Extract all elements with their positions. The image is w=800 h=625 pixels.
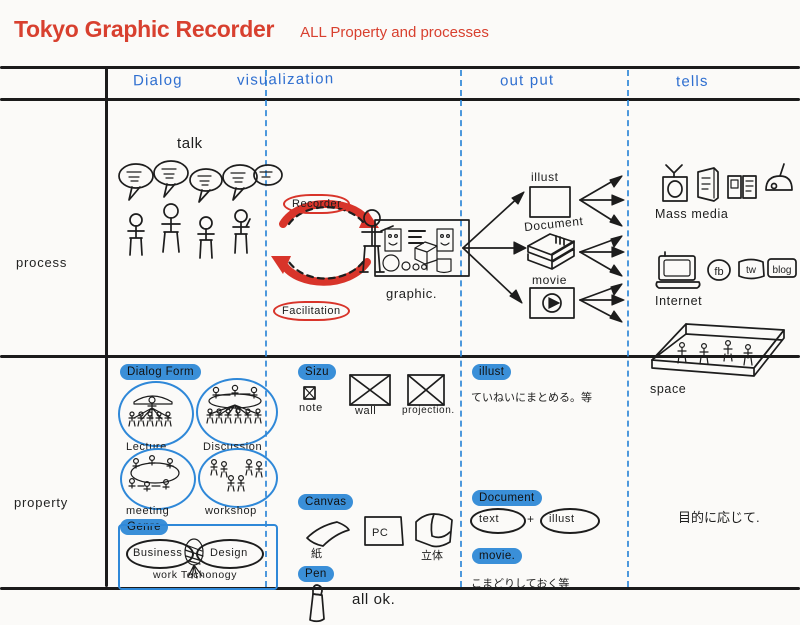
mass-media-label: Mass media xyxy=(655,207,729,221)
genre-overlap-hatch-icon xyxy=(184,538,204,579)
section-canvas-tag: Canvas xyxy=(298,494,354,510)
facilitation-label: Facilitation xyxy=(273,301,350,321)
stacked-papers-icon xyxy=(527,233,575,270)
fb-icon: fb xyxy=(707,259,731,281)
illust-note-label: ていねいにまとめる。等 xyxy=(471,392,592,404)
size-projection-label: projection. xyxy=(402,405,455,416)
canvas-solid-label: 立体 xyxy=(421,550,443,562)
column-header-visualization: visualization xyxy=(236,70,335,89)
tells-note-label: 目的に応じて. xyxy=(678,510,760,525)
lecture-people-icon xyxy=(128,395,173,427)
title-bar: Tokyo Graphic Recorder ALL Property and … xyxy=(14,16,489,43)
row-header-property: property xyxy=(14,495,69,510)
audience-people-icon xyxy=(127,203,251,259)
genre-business-label: Business xyxy=(133,547,183,559)
column-divider-visualization xyxy=(265,70,267,587)
column-header-tells: tells xyxy=(675,72,709,91)
tv-icon xyxy=(662,164,688,202)
note-square-icon xyxy=(303,386,316,400)
form-meeting-label: meeting xyxy=(126,505,170,517)
column-header-output: out put xyxy=(499,71,555,90)
column-divider-tells xyxy=(627,70,629,587)
projection-square-icon xyxy=(407,374,445,406)
talk-speech-bubbles-icon xyxy=(118,160,283,203)
paper-sheet-icon xyxy=(306,521,350,547)
section-movie-tag: movie. xyxy=(472,548,523,564)
blog-icon: blog xyxy=(767,258,797,278)
magazine-icon xyxy=(727,175,757,199)
video-play-icon xyxy=(529,287,575,319)
output-item-illust-label: illust xyxy=(531,170,559,184)
room-box-icon xyxy=(651,323,785,377)
fb-tag-text: fb xyxy=(714,266,723,278)
page-title: Tokyo Graphic Recorder xyxy=(14,16,275,42)
meeting-people-icon xyxy=(128,454,180,492)
wall-square-icon xyxy=(349,374,391,406)
section-document-tag: Document xyxy=(472,490,542,506)
blog-tag-text: blog xyxy=(773,265,792,276)
talk-label: talk xyxy=(177,135,203,152)
graphic-label: graphic. xyxy=(386,286,438,301)
document-joiner-label: + xyxy=(527,512,535,526)
discussion-people-icon xyxy=(206,384,262,424)
genre-design-label: Design xyxy=(210,547,248,559)
section-size-tag: Sizu xyxy=(298,364,336,380)
page-subtitle: ALL Property and processes xyxy=(300,24,489,41)
section-pen-tag: Pen xyxy=(298,566,334,582)
size-note-label: note xyxy=(299,402,323,414)
row-header-process: process xyxy=(16,255,68,270)
form-workshop-label: workshop xyxy=(205,505,257,517)
output-fanout-arrows xyxy=(579,175,625,323)
workshop-people-icon xyxy=(210,458,263,492)
document-text-label: text xyxy=(479,513,500,525)
radio-icon xyxy=(765,163,793,191)
newspaper-icon xyxy=(697,167,719,202)
solid-cube-icon xyxy=(415,513,453,548)
canvas-paper-label: 紙 xyxy=(311,548,322,560)
movie-note-label: こまどりしておく等 xyxy=(471,578,570,590)
graphic-board-icon xyxy=(374,219,470,277)
illustration-frame-icon xyxy=(529,186,571,218)
section-dialog-form-tag: Dialog Form xyxy=(120,364,202,380)
header-bottom-line xyxy=(0,98,800,101)
tw-icon: tw xyxy=(738,258,765,280)
canvas-pc-label: PC xyxy=(372,527,389,539)
diagram-sheet: Dialog visualization out put tells proce… xyxy=(0,58,800,623)
marker-pen-icon xyxy=(309,584,325,623)
internet-label: Internet xyxy=(655,294,703,308)
frame-top-line xyxy=(0,66,800,69)
tw-tag-text: tw xyxy=(746,265,757,276)
column-header-dialog: Dialog xyxy=(132,71,183,90)
document-illust-label: illust xyxy=(549,513,575,525)
genre-note-label: work Techonogy xyxy=(153,569,238,581)
rowlabel-divider-line xyxy=(105,68,108,587)
column-divider-output xyxy=(460,70,462,587)
recorder-label: Recorder xyxy=(283,194,351,214)
space-label: space xyxy=(650,382,687,396)
size-wall-label: wall xyxy=(355,405,377,417)
computer-icon xyxy=(655,251,701,289)
section-illust-tag: illust xyxy=(472,364,512,380)
output-item-movie-label: movie xyxy=(532,273,568,287)
pen-note-label: all ok. xyxy=(352,591,396,608)
